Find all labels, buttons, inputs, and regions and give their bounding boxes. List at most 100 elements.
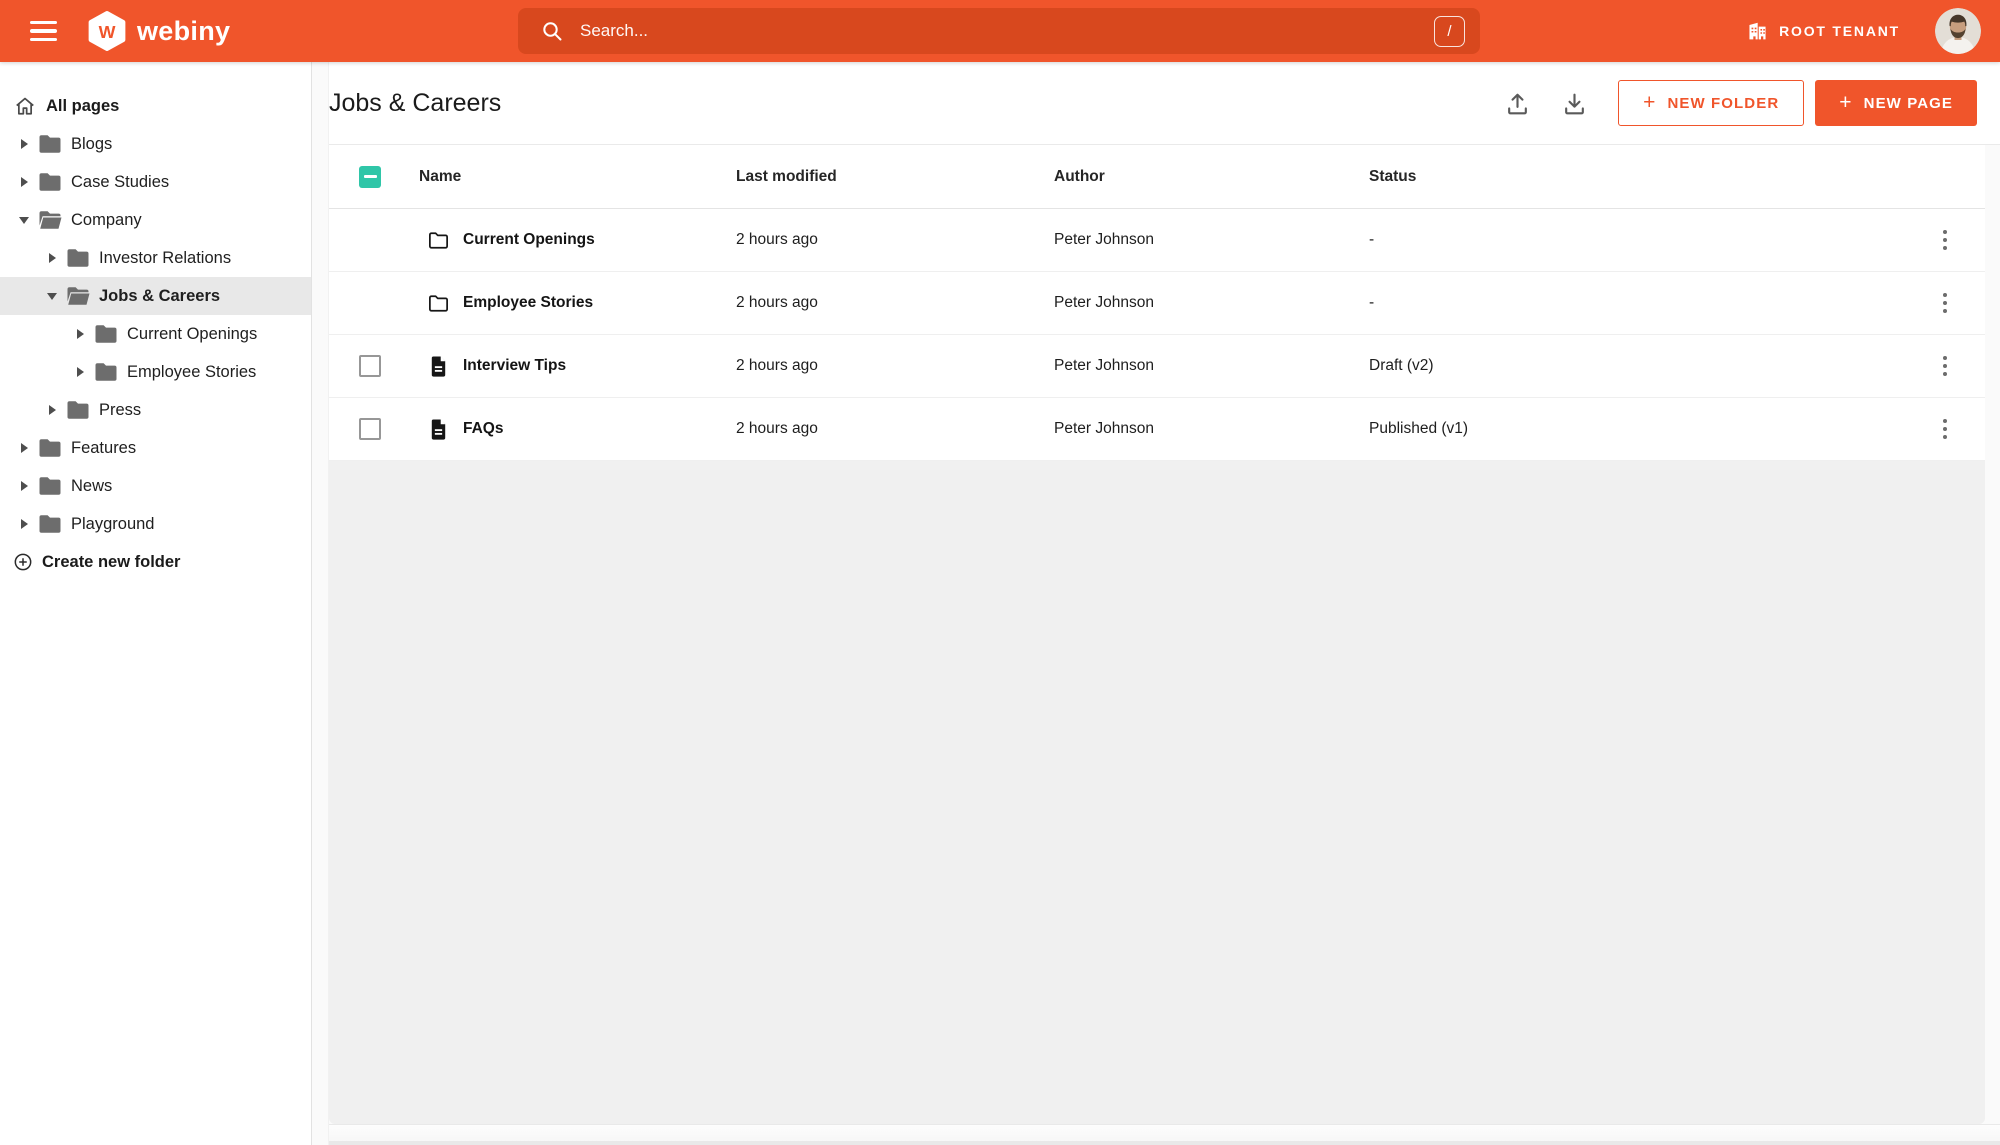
sidebar-item-all-pages[interactable]: All pages <box>0 87 311 125</box>
sidebar-item-company[interactable]: Company <box>0 201 311 239</box>
row-author: Peter Johnson <box>1054 357 1154 374</box>
user-avatar[interactable] <box>1935 8 1981 54</box>
row-checkbox[interactable] <box>359 355 381 377</box>
create-folder-label: Create new folder <box>42 552 181 571</box>
row-name[interactable]: Employee Stories <box>463 294 593 312</box>
caret-icon[interactable] <box>18 176 30 188</box>
logo-wordmark: webiny <box>137 15 231 46</box>
folder-outline-icon <box>427 229 450 252</box>
new-page-button[interactable]: + NEW PAGE <box>1815 80 1977 126</box>
caret-icon[interactable] <box>74 328 86 340</box>
folder-tree-sidebar: All pages Blogs Case Studies Company Inv… <box>0 62 312 1145</box>
row-checkbox[interactable] <box>359 418 381 440</box>
sidebar-scroll-gutter <box>313 62 329 1145</box>
sidebar-item-current-openings[interactable]: Current Openings <box>0 315 311 353</box>
sidebar-item-employee-stories[interactable]: Employee Stories <box>0 353 311 391</box>
row-status: Published (v1) <box>1369 420 1469 437</box>
sidebar-item-investor-relations[interactable]: Investor Relations <box>0 239 311 277</box>
folder-icon <box>94 324 118 344</box>
caret-icon[interactable] <box>46 252 58 264</box>
sidebar-item-jobs-careers[interactable]: Jobs & Careers <box>0 277 311 315</box>
home-icon <box>16 97 34 115</box>
folder-icon <box>38 514 62 534</box>
caret-icon[interactable] <box>18 138 30 150</box>
page-header: Jobs & Careers + NEW FOLDER + NEW PAGE <box>329 62 2000 145</box>
column-header-name: Name <box>419 167 462 185</box>
caret-icon[interactable] <box>46 404 58 416</box>
table-header-row: Name Last modified Author Status <box>329 145 1985 209</box>
export-upload-button[interactable] <box>1504 90 1531 117</box>
caret-icon[interactable] <box>18 214 30 226</box>
sidebar-item-playground[interactable]: Playground <box>0 505 311 543</box>
new-folder-button[interactable]: + NEW FOLDER <box>1618 80 1805 126</box>
row-author: Peter Johnson <box>1054 231 1154 248</box>
row-menu-kebab-icon[interactable] <box>1935 222 1956 259</box>
row-status: - <box>1369 294 1375 311</box>
header-actions: + NEW FOLDER + NEW PAGE <box>1504 80 1977 126</box>
folder-outline-icon <box>427 292 450 315</box>
row-status: - <box>1369 231 1375 248</box>
sidebar-item-features[interactable]: Features <box>0 429 311 467</box>
webiny-logo[interactable]: W webiny <box>88 10 230 52</box>
table-row[interactable]: Interview Tips 2 hours ago Peter Johnson… <box>329 335 1985 398</box>
plus-icon: + <box>1839 90 1853 114</box>
document-icon <box>427 418 450 441</box>
folder-tree: Blogs Case Studies Company Investor Rela… <box>0 125 311 543</box>
row-menu-kebab-icon[interactable] <box>1935 348 1956 385</box>
caret-icon[interactable] <box>18 518 30 530</box>
folder-icon <box>38 172 62 192</box>
sidebar-item-blogs[interactable]: Blogs <box>0 125 311 163</box>
row-name[interactable]: Interview Tips <box>463 357 566 375</box>
tenant-selector[interactable]: ROOT TENANT <box>1747 0 1900 62</box>
pages-table: Name Last modified Author Status Current… <box>329 145 1985 1124</box>
document-icon <box>427 355 450 378</box>
caret-icon[interactable] <box>18 442 30 454</box>
import-download-button[interactable] <box>1561 90 1588 117</box>
table-row[interactable]: Current Openings 2 hours ago Peter Johns… <box>329 209 1985 272</box>
row-name[interactable]: FAQs <box>463 420 503 438</box>
page-title: Jobs & Careers <box>329 88 502 117</box>
folder-icon <box>66 248 90 268</box>
circle-plus-icon <box>14 553 32 571</box>
table-body: Current Openings 2 hours ago Peter Johns… <box>329 209 1985 461</box>
sidebar-root-label: All pages <box>46 96 120 115</box>
column-header-last-modified: Last modified <box>736 167 837 185</box>
sidebar-item-case-studies[interactable]: Case Studies <box>0 163 311 201</box>
folder-icon <box>66 400 90 420</box>
download-icon <box>1565 93 1584 114</box>
row-last-modified: 2 hours ago <box>736 294 818 311</box>
column-header-status: Status <box>1369 167 1417 185</box>
folder-icon <box>38 438 62 458</box>
app-root: W webiny / ROOT TENANT <box>0 0 2000 1145</box>
row-author: Peter Johnson <box>1054 420 1154 437</box>
search-icon <box>543 22 562 41</box>
folder-icon <box>38 476 62 496</box>
webiny-hexagon-icon: W <box>88 11 126 51</box>
upload-icon <box>1508 93 1527 114</box>
row-last-modified: 2 hours ago <box>736 231 818 248</box>
footer-strip <box>329 1124 2000 1145</box>
search-input[interactable] <box>578 20 1434 42</box>
table-row[interactable]: FAQs 2 hours ago Peter Johnson Published… <box>329 398 1985 461</box>
create-new-folder-button[interactable]: Create new folder <box>0 543 311 581</box>
row-status: Draft (v2) <box>1369 357 1434 374</box>
caret-icon[interactable] <box>74 366 86 378</box>
sidebar-item-news[interactable]: News <box>0 467 311 505</box>
select-all-checkbox[interactable] <box>359 165 381 188</box>
row-name[interactable]: Current Openings <box>463 231 595 249</box>
row-last-modified: 2 hours ago <box>736 357 818 374</box>
row-menu-kebab-icon[interactable] <box>1935 285 1956 322</box>
hamburger-menu-icon[interactable] <box>30 20 57 42</box>
row-author: Peter Johnson <box>1054 294 1154 311</box>
caret-icon[interactable] <box>46 290 58 302</box>
folder-icon <box>38 210 62 230</box>
row-menu-kebab-icon[interactable] <box>1935 411 1956 448</box>
search-bar: / <box>518 8 1480 54</box>
folder-icon <box>94 362 118 382</box>
topbar: W webiny / ROOT TENANT <box>0 0 2000 62</box>
column-header-author: Author <box>1054 167 1105 185</box>
sidebar-item-press[interactable]: Press <box>0 391 311 429</box>
table-row[interactable]: Employee Stories 2 hours ago Peter Johns… <box>329 272 1985 335</box>
caret-icon[interactable] <box>18 480 30 492</box>
row-last-modified: 2 hours ago <box>736 420 818 437</box>
